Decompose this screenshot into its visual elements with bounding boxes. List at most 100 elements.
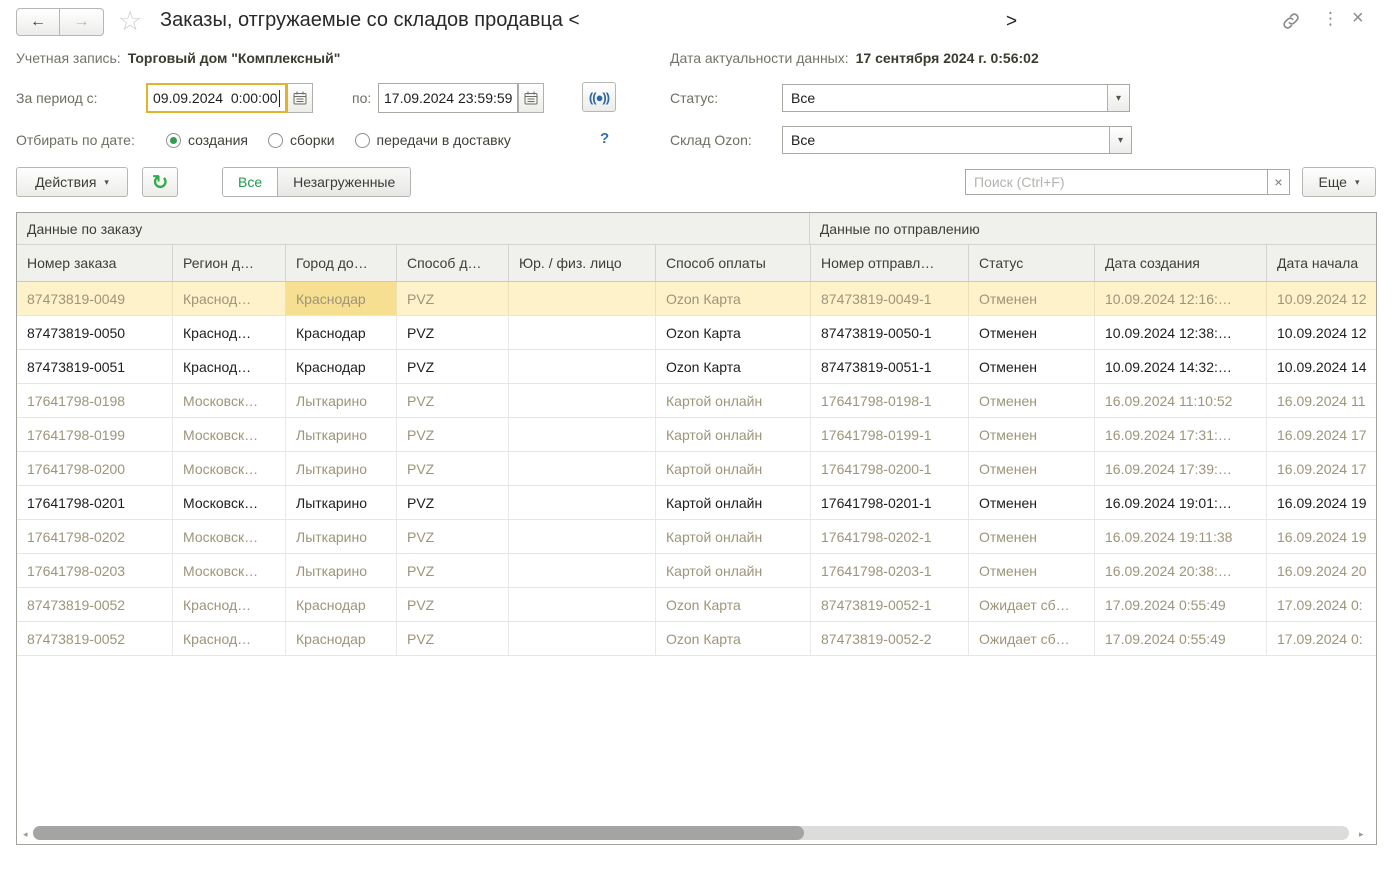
table-cell[interactable]: PVZ — [397, 350, 509, 383]
table-cell[interactable]: Отменен — [969, 282, 1095, 315]
column-header[interactable]: Статус — [969, 245, 1095, 281]
table-cell[interactable]: Отменен — [969, 316, 1095, 349]
radio-handover[interactable]: передачи в доставку — [354, 132, 511, 148]
table-cell[interactable]: Отменен — [969, 486, 1095, 519]
table-cell[interactable]: 16.09.2024 11 — [1267, 384, 1376, 417]
table-cell[interactable]: PVZ — [397, 622, 509, 655]
horizontal-scrollbar[interactable]: ◂ ▸ — [17, 826, 1376, 841]
radio-assembly[interactable]: сборки — [268, 132, 335, 148]
table-cell[interactable]: Лыткарино — [286, 486, 397, 519]
table-row[interactable]: 17641798-0202 Московск… Лыткарино PVZ Картой… — [17, 520, 1376, 554]
table-cell[interactable]: Краснодар — [286, 588, 397, 621]
favorite-star-icon[interactable]: ☆ — [118, 6, 142, 37]
calendar-icon[interactable] — [286, 83, 313, 113]
table-row[interactable]: 17641798-0203 Московск… Лыткарино PVZ Картой… — [17, 554, 1376, 588]
refresh-button[interactable]: ↻ — [142, 167, 178, 197]
table-cell[interactable]: Картой онлайн — [656, 554, 811, 587]
table-cell[interactable]: PVZ — [397, 588, 509, 621]
search-clear-button[interactable]: × — [1268, 169, 1290, 195]
table-cell[interactable]: Краснод… — [173, 622, 286, 655]
table-cell[interactable]: PVZ — [397, 452, 509, 485]
table-cell[interactable]: PVZ — [397, 282, 509, 315]
table-cell[interactable]: 16.09.2024 20:38:… — [1095, 554, 1267, 587]
table-cell[interactable]: Краснодар — [286, 622, 397, 655]
table-row[interactable]: 17641798-0198 Московск… Лыткарино PVZ Картой… — [17, 384, 1376, 418]
table-cell[interactable]: Картой онлайн — [656, 384, 811, 417]
table-cell[interactable]: Московск… — [173, 520, 286, 553]
table-cell[interactable]: Московск… — [173, 384, 286, 417]
table-cell[interactable]: 10.09.2024 12:16:… — [1095, 282, 1267, 315]
table-cell[interactable]: 87473819-0052-1 — [811, 588, 969, 621]
status-dropdown[interactable]: Все ▾ — [782, 84, 1130, 112]
column-header[interactable]: Дата начала — [1267, 245, 1376, 281]
table-cell[interactable]: 17.09.2024 0:55:49 — [1095, 622, 1267, 655]
table-cell[interactable] — [509, 554, 656, 587]
table-row[interactable]: 17641798-0200 Московск… Лыткарино PVZ Картой… — [17, 452, 1376, 486]
table-cell[interactable]: Картой онлайн — [656, 452, 811, 485]
table-cell[interactable]: Краснод… — [173, 316, 286, 349]
table-cell[interactable]: 10.09.2024 12:38:… — [1095, 316, 1267, 349]
table-cell[interactable] — [509, 350, 656, 383]
table-cell[interactable]: 16.09.2024 17:31:… — [1095, 418, 1267, 451]
table-cell[interactable]: 16.09.2024 17:39:… — [1095, 452, 1267, 485]
table-cell[interactable]: 17641798-0200 — [17, 452, 173, 485]
table-cell[interactable]: 17.09.2024 0: — [1267, 588, 1376, 621]
table-cell[interactable] — [509, 588, 656, 621]
table-cell[interactable]: Лыткарино — [286, 554, 397, 587]
table-cell[interactable]: 87473819-0052 — [17, 622, 173, 655]
table-cell[interactable]: PVZ — [397, 316, 509, 349]
table-cell[interactable]: Краснод… — [173, 282, 286, 315]
table-cell[interactable]: 87473819-0052-2 — [811, 622, 969, 655]
table-cell[interactable]: Московск… — [173, 554, 286, 587]
group-header-shipment[interactable]: Данные по отправлению — [810, 213, 1376, 244]
table-cell[interactable]: 17641798-0199-1 — [811, 418, 969, 451]
column-header[interactable]: Номер отправл… — [811, 245, 969, 281]
forward-button[interactable]: → — [60, 8, 104, 36]
table-cell[interactable] — [509, 622, 656, 655]
table-cell[interactable]: PVZ — [397, 486, 509, 519]
column-header[interactable]: Регион д… — [173, 245, 286, 281]
table-row[interactable]: 87473819-0052 Краснод… Краснодар PVZ Ozon Ка… — [17, 622, 1376, 656]
table-cell[interactable]: Ozon Карта — [656, 350, 811, 383]
table-cell[interactable]: 10.09.2024 12 — [1267, 282, 1376, 315]
table-cell[interactable]: 17641798-0202 — [17, 520, 173, 553]
close-icon[interactable]: × — [1352, 7, 1364, 30]
table-cell[interactable]: PVZ — [397, 418, 509, 451]
table-cell[interactable] — [509, 316, 656, 349]
table-cell[interactable]: Краснод… — [173, 350, 286, 383]
search-input[interactable]: Поиск (Ctrl+F) — [965, 169, 1268, 195]
get-link-icon[interactable] — [1281, 11, 1301, 34]
table-cell[interactable]: Отменен — [969, 384, 1095, 417]
table-cell[interactable]: Лыткарино — [286, 418, 397, 451]
period-to-field[interactable]: 17.09.2024 23:59:59 — [378, 83, 519, 113]
segment-unloaded[interactable]: Незагруженные — [277, 168, 411, 196]
warehouse-dropdown[interactable]: Все ▾ — [782, 126, 1132, 154]
table-cell[interactable]: 17641798-0198 — [17, 384, 173, 417]
table-cell[interactable]: Краснод… — [173, 588, 286, 621]
table-cell[interactable] — [509, 384, 656, 417]
table-cell[interactable]: Краснодар — [286, 282, 397, 315]
table-cell[interactable]: 87473819-0050 — [17, 316, 173, 349]
table-cell[interactable]: Московск… — [173, 418, 286, 451]
title-scroll-right[interactable]: > — [1006, 11, 1017, 33]
table-cell[interactable]: PVZ — [397, 384, 509, 417]
table-cell[interactable]: Ozon Карта — [656, 588, 811, 621]
table-row[interactable]: 87473819-0051 Краснод… Краснодар PVZ Ozon Ка… — [17, 350, 1376, 384]
table-cell[interactable]: Картой онлайн — [656, 486, 811, 519]
table-cell[interactable]: 87473819-0051 — [17, 350, 173, 383]
table-cell[interactable]: 10.09.2024 14 — [1267, 350, 1376, 383]
table-cell[interactable]: 10.09.2024 14:32:… — [1095, 350, 1267, 383]
scroll-right-icon[interactable]: ▸ — [1359, 829, 1364, 840]
column-header[interactable]: Способ д… — [397, 245, 509, 281]
table-cell[interactable]: Отменен — [969, 554, 1095, 587]
more-button[interactable]: Еще ▾ — [1302, 167, 1376, 197]
help-icon[interactable]: ? — [600, 130, 609, 147]
table-cell[interactable] — [509, 282, 656, 315]
table-cell[interactable]: Ozon Карта — [656, 622, 811, 655]
table-cell[interactable]: Картой онлайн — [656, 520, 811, 553]
table-cell[interactable]: 87473819-0049-1 — [811, 282, 969, 315]
table-cell[interactable] — [509, 520, 656, 553]
table-cell[interactable]: Московск… — [173, 452, 286, 485]
table-cell[interactable]: 17641798-0201-1 — [811, 486, 969, 519]
column-header[interactable]: Способ оплаты — [656, 245, 811, 281]
